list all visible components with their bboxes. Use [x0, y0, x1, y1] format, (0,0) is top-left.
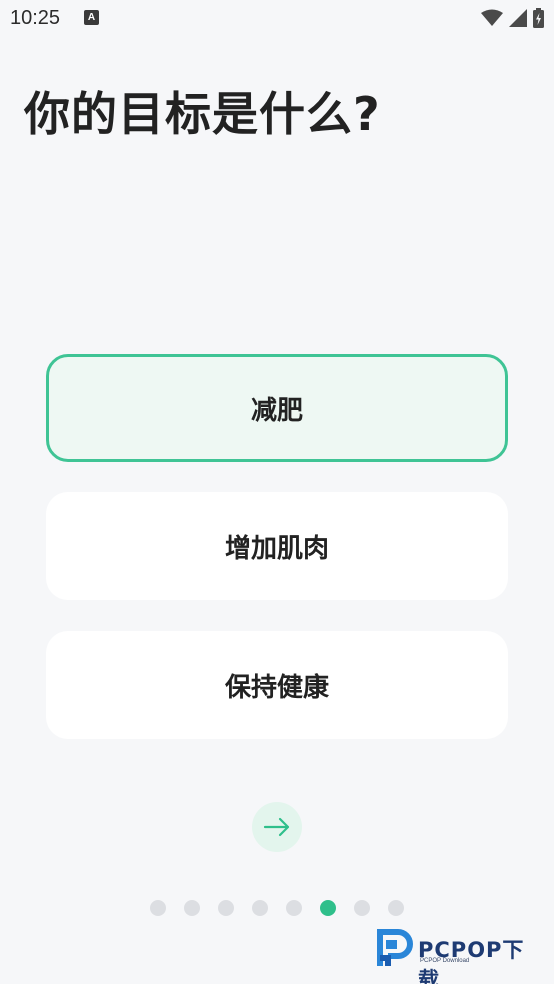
arrow-right-icon	[263, 817, 290, 837]
status-bar: 10:25 A	[0, 0, 554, 38]
wifi-icon	[481, 9, 503, 26]
status-time: 10:25	[10, 7, 61, 29]
page-dot	[286, 900, 302, 916]
page-title: 你的目标是什么?	[24, 87, 381, 141]
next-button[interactable]	[252, 802, 302, 852]
page-dot-active	[320, 900, 336, 916]
page-dot	[388, 900, 404, 916]
option-stay-healthy[interactable]: 保持健康	[46, 631, 508, 739]
status-icons	[481, 8, 544, 28]
page-dot	[354, 900, 370, 916]
page-dot	[252, 900, 268, 916]
page-dot	[150, 900, 166, 916]
page-dot	[184, 900, 200, 916]
page-indicator	[150, 900, 404, 916]
notification-app-icon: A	[84, 10, 99, 25]
screen: 10:25 A 你的目标是什么? 减肥 增加肌肉 保持健康 PCPOP下载 PC…	[0, 0, 554, 984]
option-lose-weight[interactable]: 减肥	[46, 354, 508, 462]
option-gain-muscle[interactable]: 增加肌肉	[46, 492, 508, 600]
battery-charging-icon	[533, 8, 544, 28]
option-label: 增加肌肉	[224, 533, 329, 564]
page-dot	[218, 900, 234, 916]
pcpop-logo-icon	[377, 929, 413, 966]
signal-icon	[509, 9, 527, 27]
option-label: 减肥	[250, 395, 303, 426]
watermark: PCPOP下载 PCPOP Download	[376, 928, 546, 984]
option-label: 保持健康	[224, 672, 329, 703]
watermark-sub: PCPOP Download	[420, 958, 470, 964]
